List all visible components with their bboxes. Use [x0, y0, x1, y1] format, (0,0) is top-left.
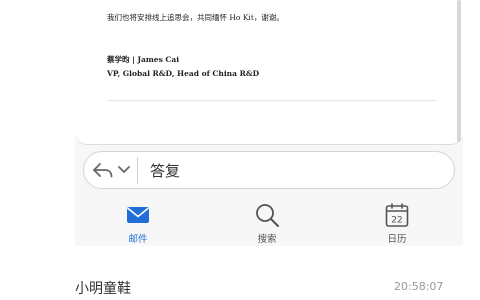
tab-calendar-label: 日历: [387, 234, 407, 245]
reply-label[interactable]: 答复: [150, 160, 180, 181]
signature-name: 蔡学昀 | James Cai: [107, 55, 180, 64]
list-item-time: 20:58:07: [394, 280, 444, 293]
divider-line: [107, 100, 437, 101]
reply-arrow-icon[interactable]: [92, 160, 114, 180]
email-body-text: 我们也将安排线上追思会，共同缅怀 Ho Kit，谢谢。: [107, 13, 284, 22]
calendar-day-number: 22: [391, 216, 402, 226]
screen: 我们也将安排线上追思会，共同缅怀 Ho Kit，谢谢。 蔡学昀 | James …: [0, 0, 480, 300]
magnifier-icon: [253, 201, 281, 229]
tab-search[interactable]: 搜索: [227, 195, 307, 245]
bottom-tab-bar: 邮件 搜索 22 日历: [75, 195, 463, 245]
email-body-view[interactable]: 我们也将安排线上追思会，共同缅怀 Ho Kit，谢谢。 蔡学昀 | James …: [75, 0, 463, 145]
envelope-icon: [124, 201, 152, 229]
tab-mail-label: 邮件: [128, 234, 148, 245]
scrollbar[interactable]: [457, 0, 461, 142]
mail-app-panel: 我们也将安排线上追思会，共同缅怀 Ho Kit，谢谢。 蔡学昀 | James …: [75, 0, 463, 246]
calendar-icon: 22: [383, 201, 411, 229]
reply-bar-divider: [137, 157, 138, 184]
list-item-sender: 小明童鞋: [75, 281, 131, 297]
chevron-down-icon[interactable]: [117, 162, 131, 178]
signature-title: VP, Global R&D, Head of China R&D: [107, 69, 260, 78]
tab-mail[interactable]: 邮件: [98, 195, 178, 245]
list-item[interactable]: 小明童鞋 20:58:07: [0, 262, 480, 300]
tab-calendar[interactable]: 22 日历: [357, 195, 437, 245]
reply-bar[interactable]: 答复: [83, 151, 455, 189]
tab-search-label: 搜索: [257, 234, 277, 245]
